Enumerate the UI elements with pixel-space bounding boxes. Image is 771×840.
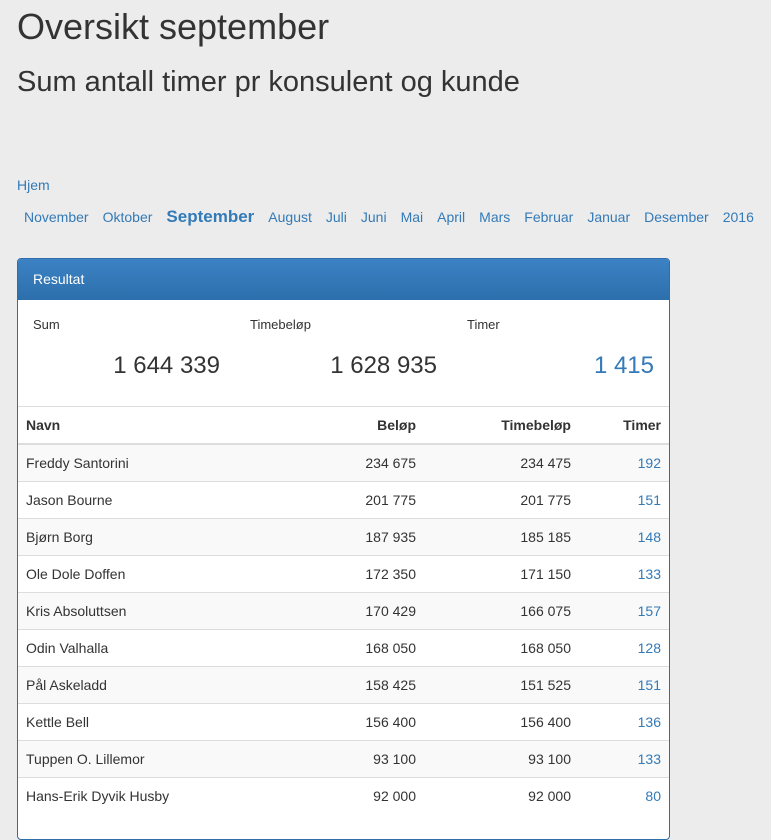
month-link-april[interactable]: April: [430, 204, 472, 230]
cell-timebelop: 151 525: [424, 666, 579, 704]
summary-section: Sum 1 644 339 Timebeløp 1 628 935 Timer …: [18, 300, 669, 407]
cell-navn: Pål Askeladd: [18, 666, 309, 704]
cell-timer[interactable]: 133: [579, 555, 669, 593]
page-subtitle: Sum antall timer pr konsulent og kunde: [17, 66, 520, 98]
table-row: Jason Bourne 201 775 201 775 151: [18, 481, 669, 519]
month-link-mars[interactable]: Mars: [472, 204, 517, 230]
cell-timebelop: 201 775: [424, 481, 579, 519]
cell-navn: Kris Absoluttsen: [18, 592, 309, 630]
month-link-august[interactable]: August: [261, 204, 319, 230]
table-row: Odin Valhalla 168 050 168 050 128: [18, 629, 669, 667]
cell-belop: 172 350: [309, 555, 424, 593]
month-nav: November Oktober September August Juli Juni Ma…: [17, 204, 761, 230]
table-row: Kettle Bell 156 400 156 400 136: [18, 703, 669, 741]
timebelop-value: 1 628 935: [330, 352, 437, 379]
cell-timer[interactable]: 192: [579, 443, 669, 482]
month-link-oktober[interactable]: Oktober: [96, 204, 160, 230]
cell-timer[interactable]: 151: [579, 481, 669, 519]
table-row: Kris Absoluttsen 170 429 166 075 157: [18, 592, 669, 630]
cell-belop: 168 050: [309, 629, 424, 667]
cell-timer[interactable]: 136: [579, 703, 669, 741]
month-link-mai[interactable]: Mai: [394, 204, 431, 230]
column-header-belop[interactable]: Beløp: [309, 407, 424, 445]
cell-navn: Hans-Erik Dyvik Husby: [18, 777, 309, 814]
cell-timebelop: 185 185: [424, 518, 579, 556]
cell-belop: 234 675: [309, 443, 424, 482]
panel-heading: Resultat: [18, 259, 669, 300]
cell-belop: 158 425: [309, 666, 424, 704]
cell-navn: Tuppen O. Lillemor: [18, 740, 309, 778]
cell-navn: Freddy Santorini: [18, 443, 309, 482]
table-row: Tuppen O. Lillemor 93 100 93 100 133: [18, 740, 669, 778]
table-header-row: Navn Beløp Timebeløp Timer: [18, 407, 669, 445]
month-link-juli[interactable]: Juli: [319, 204, 354, 230]
column-header-navn[interactable]: Navn: [18, 407, 309, 445]
cell-timebelop: 166 075: [424, 592, 579, 630]
timer-value-link[interactable]: 1 415: [594, 352, 654, 380]
cell-belop: 93 100: [309, 740, 424, 778]
cell-timer[interactable]: 157: [579, 592, 669, 630]
cell-belop: 92 000: [309, 777, 424, 814]
month-link-november[interactable]: November: [17, 204, 96, 230]
month-link-februar[interactable]: Februar: [517, 204, 580, 230]
table-row: Ole Dole Doffen 172 350 171 150 133: [18, 555, 669, 593]
cell-timebelop: 168 050: [424, 629, 579, 667]
cell-timer[interactable]: 148: [579, 518, 669, 556]
cell-timebelop: 156 400: [424, 703, 579, 741]
cell-belop: 201 775: [309, 481, 424, 519]
cell-timebelop: 234 475: [424, 443, 579, 482]
results-panel: Resultat Sum 1 644 339 Timebeløp 1 628 9…: [17, 258, 670, 840]
sum-label: Sum: [33, 317, 60, 332]
sum-value: 1 644 339: [113, 352, 220, 379]
results-table: Navn Beløp Timebeløp Timer Freddy Santor…: [18, 407, 669, 814]
cell-navn: Bjørn Borg: [18, 518, 309, 556]
table-row: Pål Askeladd 158 425 151 525 151: [18, 666, 669, 704]
page-title: Oversikt september: [17, 6, 330, 47]
cell-navn: Jason Bourne: [18, 481, 309, 519]
table-row: Freddy Santorini 234 675 234 475 192: [18, 443, 669, 482]
cell-timer[interactable]: 128: [579, 629, 669, 667]
column-header-timebelop[interactable]: Timebeløp: [424, 407, 579, 445]
cell-navn: Ole Dole Doffen: [18, 555, 309, 593]
cell-timebelop: 93 100: [424, 740, 579, 778]
cell-timer[interactable]: 80: [579, 777, 669, 814]
timebelop-label: Timebeløp: [250, 317, 311, 332]
home-link[interactable]: Hjem: [17, 177, 50, 193]
month-link-januar[interactable]: Januar: [580, 204, 637, 230]
table-row: Hans-Erik Dyvik Husby 92 000 92 000 80: [18, 777, 669, 814]
cell-timebelop: 92 000: [424, 777, 579, 814]
month-link-desember[interactable]: Desember: [637, 204, 716, 230]
cell-belop: 187 935: [309, 518, 424, 556]
timer-label: Timer: [467, 317, 500, 332]
table-row: Bjørn Borg 187 935 185 185 148: [18, 518, 669, 556]
cell-belop: 170 429: [309, 592, 424, 630]
month-link-september[interactable]: September: [159, 204, 261, 230]
month-link-juni[interactable]: Juni: [354, 204, 394, 230]
column-header-timer[interactable]: Timer: [579, 407, 669, 445]
cell-belop: 156 400: [309, 703, 424, 741]
cell-timebelop: 171 150: [424, 555, 579, 593]
cell-navn: Kettle Bell: [18, 703, 309, 741]
cell-navn: Odin Valhalla: [18, 629, 309, 667]
month-link-2016[interactable]: 2016: [716, 204, 761, 230]
cell-timer[interactable]: 133: [579, 740, 669, 778]
cell-timer[interactable]: 151: [579, 666, 669, 704]
